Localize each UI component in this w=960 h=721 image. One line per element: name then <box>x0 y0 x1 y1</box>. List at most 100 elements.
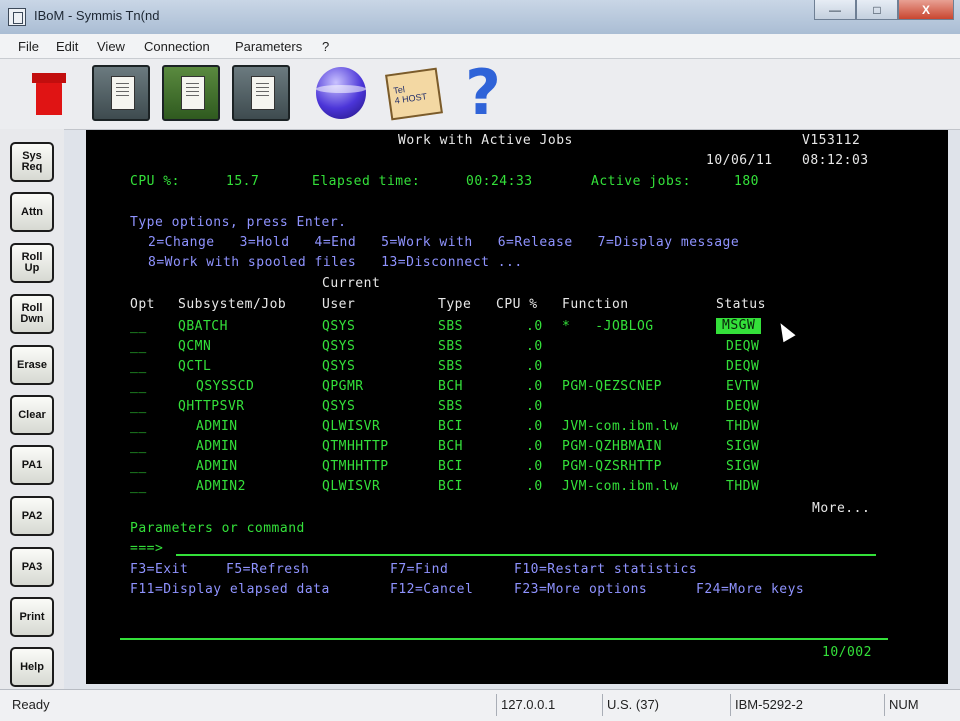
mouse-pointer-icon <box>774 319 796 343</box>
job-name: QSYSSCD <box>196 379 255 394</box>
option-input[interactable]: __ <box>130 320 147 334</box>
pa2-button[interactable]: PA2 <box>10 496 54 536</box>
copy-screen-icon[interactable] <box>92 65 150 121</box>
job-type: BCI <box>438 459 463 474</box>
job-name: ADMIN <box>196 439 238 454</box>
command-line-input[interactable] <box>176 554 876 556</box>
job-status: DEQW <box>726 359 760 374</box>
job-name: ADMIN <box>196 459 238 474</box>
elapsed-label: Elapsed time: <box>312 174 421 189</box>
minimize-button[interactable]: — <box>814 0 856 20</box>
print-screen-icon[interactable] <box>232 65 290 121</box>
job-user: QSYS <box>322 339 356 354</box>
cpu-value: 15.7 <box>226 174 260 189</box>
close-button[interactable]: X <box>898 0 954 20</box>
fkey-f12[interactable]: F12=Cancel <box>390 583 473 597</box>
job-name: ADMIN <box>196 419 238 434</box>
attn-button[interactable]: Attn <box>10 192 54 232</box>
option-input[interactable]: __ <box>130 420 147 434</box>
erase-button[interactable]: Erase <box>10 345 54 385</box>
rolldown-button[interactable]: Roll Dwn <box>10 294 54 334</box>
job-name: QHTTPSVR <box>178 399 245 414</box>
job-name: ADMIN2 <box>196 479 246 494</box>
menu-file[interactable]: File <box>18 39 39 54</box>
job-cpu: .0 <box>526 439 543 454</box>
job-name: QBATCH <box>178 319 228 334</box>
fkey-f10[interactable]: F10=Restart statistics <box>514 563 697 577</box>
options-line-2: 8=Work with spooled files 13=Disconnect … <box>148 255 523 270</box>
print-button[interactable]: Print <box>10 597 54 637</box>
menu-edit[interactable]: Edit <box>56 39 78 54</box>
fkey-f7[interactable]: F7=Find <box>390 563 448 577</box>
job-cpu: .0 <box>526 319 543 334</box>
screen-title: Work with Active Jobs <box>398 133 573 148</box>
job-type: BCH <box>438 379 463 394</box>
job-function: JVM-com.ibm.lw <box>562 419 679 434</box>
menu-connection[interactable]: Connection <box>144 39 210 54</box>
params-label: Parameters or command <box>130 521 305 536</box>
option-input[interactable]: __ <box>130 440 147 454</box>
job-user: QPGMR <box>322 379 364 394</box>
options-line-1: 2=Change 3=Hold 4=End 5=Work with 6=Rele… <box>148 235 740 250</box>
job-name: QCMN <box>178 339 212 354</box>
help-icon[interactable]: ? <box>454 62 512 124</box>
job-user: QLWISVR <box>322 479 381 494</box>
fkey-f24[interactable]: F24=More keys <box>696 583 804 597</box>
job-status: SIGW <box>726 439 760 454</box>
job-status: THDW <box>726 479 760 494</box>
screen-time: 08:12:03 <box>802 153 869 168</box>
help-button[interactable]: Help <box>10 647 54 687</box>
option-input[interactable]: __ <box>130 480 147 494</box>
col-subsystem-job: Subsystem/Job <box>178 297 287 312</box>
job-status: DEQW <box>726 399 760 414</box>
job-user: QTMHHTTP <box>322 459 389 474</box>
sysreq-button[interactable]: Sys Req <box>10 142 54 182</box>
connect-globe-icon[interactable] <box>312 65 370 121</box>
job-function: PGM-QZHBMAIN <box>562 439 662 454</box>
instructions: Type options, press Enter. <box>130 215 347 230</box>
fkey-f5[interactable]: F5=Refresh <box>226 563 309 577</box>
job-cpu: .0 <box>526 459 543 474</box>
paste-screen-icon[interactable] <box>162 65 220 121</box>
job-cpu: .0 <box>526 479 543 494</box>
stop-icon[interactable] <box>26 65 70 121</box>
job-user: QSYS <box>322 359 356 374</box>
terminal-screen[interactable]: Work with Active Jobs V153112 10/06/11 0… <box>86 130 948 684</box>
app-icon[interactable] <box>8 8 26 26</box>
col-status: Status <box>716 297 766 312</box>
fkey-f3[interactable]: F3=Exit <box>130 563 188 577</box>
option-input[interactable]: __ <box>130 380 147 394</box>
fkey-f23[interactable]: F23=More options <box>514 583 647 597</box>
job-user: QSYS <box>322 399 356 414</box>
option-input[interactable]: __ <box>130 360 147 374</box>
col-type: Type <box>438 297 472 312</box>
job-type: BCI <box>438 419 463 434</box>
rollup-button[interactable]: Roll Up <box>10 243 54 283</box>
menu-parameters[interactable]: Parameters <box>235 39 302 54</box>
menu-help[interactable]: ? <box>322 39 329 54</box>
status-ready: Ready <box>12 697 50 712</box>
job-cpu: .0 <box>526 379 543 394</box>
status-num: NUM <box>884 694 936 716</box>
title-bar: IBoM - Symmis Tn(nd — □ X <box>0 0 960 35</box>
screen-date: 10/06/11 <box>706 153 773 168</box>
job-function: PGM-QZSRHTTP <box>562 459 662 474</box>
job-cpu: .0 <box>526 419 543 434</box>
telnet-screen-icon[interactable] <box>384 65 443 121</box>
job-function: JVM-com.ibm.lw <box>562 479 679 494</box>
system-name: V153112 <box>802 133 861 148</box>
menu-view[interactable]: View <box>97 39 125 54</box>
job-status: SIGW <box>726 459 760 474</box>
job-status: DEQW <box>726 339 760 354</box>
pa3-button[interactable]: PA3 <box>10 547 54 587</box>
job-name: QCTL <box>178 359 212 374</box>
option-input[interactable]: __ <box>130 400 147 414</box>
status-divider <box>120 638 888 640</box>
clear-button[interactable]: Clear <box>10 395 54 435</box>
option-input[interactable]: __ <box>130 340 147 354</box>
fkey-f11[interactable]: F11=Display elapsed data <box>130 583 330 597</box>
option-input[interactable]: __ <box>130 460 147 474</box>
maximize-button[interactable]: □ <box>856 0 898 20</box>
pa1-button[interactable]: PA1 <box>10 445 54 485</box>
job-status-highlighted: MSGW <box>716 318 762 334</box>
